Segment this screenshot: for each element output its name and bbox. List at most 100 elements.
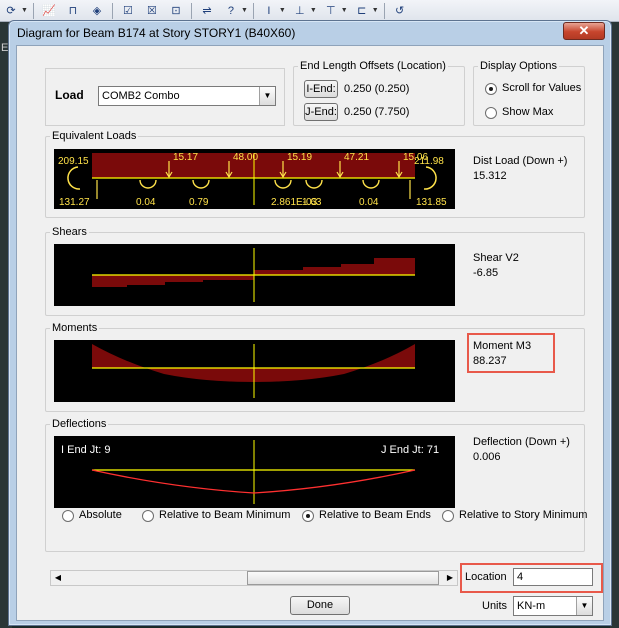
location-scroll-thumb[interactable] (247, 571, 439, 585)
check-icon[interactable]: ☑ (119, 3, 137, 19)
units-value: KN-m (517, 600, 546, 612)
relative-story-min-label[interactable]: Relative to Story Minimum (459, 509, 587, 521)
chevron-down-icon[interactable]: ▼ (259, 87, 275, 105)
deflection-value: 0.006 (473, 451, 501, 463)
display-options-legend: Display Options (480, 60, 558, 72)
cross-icon[interactable]: ☒ (143, 3, 161, 19)
show-max-radio[interactable] (485, 107, 497, 119)
chevron-down-icon[interactable]: ▼ (21, 7, 28, 14)
absolute-radio[interactable] (62, 510, 74, 522)
right-moment-arc-icon (423, 166, 437, 190)
chevron-down-icon[interactable]: ▼ (279, 7, 286, 14)
shears-legend: Shears (52, 226, 87, 238)
dialog-title: Diagram for Beam B174 at Story STORY1 (B… (17, 26, 296, 40)
location-scrollbar[interactable]: ◀ ▶ (50, 570, 458, 586)
toolbar-separator (252, 2, 254, 19)
point-moment-arc-icon (192, 179, 210, 189)
question-icon[interactable]: ? (222, 3, 240, 19)
right-reaction-label: 131.85 (416, 197, 447, 208)
equivalent-loads-svg: 15.17 48.00 15.19 47.21 15.060.04 0.79 2.861E-… (58, 152, 447, 208)
moments-legend: Moments (52, 322, 98, 334)
left-end-moment-label: 209.15 (58, 156, 89, 167)
chevron-down-icon[interactable]: ▼ (576, 597, 592, 615)
deflection-svg: I End Jt: 9 J End Jt: 71 (61, 440, 439, 504)
point-moment-arc-icon (139, 179, 157, 189)
moment-svg (92, 344, 415, 398)
link-icon[interactable]: ⇌ (198, 3, 216, 19)
toolbar-separator (32, 2, 34, 19)
shear-title: Shear V2 (473, 252, 519, 264)
relative-beam-ends-label[interactable]: Relative to Beam Ends (319, 509, 431, 521)
deflection-diagram: I End Jt: 9 J End Jt: 71 (54, 436, 455, 508)
point-load-label: 15.17 (173, 152, 198, 163)
units-select[interactable]: KN-m ▼ (513, 596, 593, 616)
show-max-label[interactable]: Show Max (502, 106, 553, 118)
scroll-for-values-radio[interactable] (485, 83, 497, 95)
chevron-down-icon[interactable]: ▼ (241, 7, 248, 14)
toolbar-separator (111, 2, 113, 19)
shear-positive-region (254, 258, 415, 275)
load-label: Load (55, 88, 84, 102)
scroll-right-arrow-icon[interactable]: ▶ (443, 571, 457, 585)
moment-highlight-box (467, 333, 555, 373)
load-group: Load COMB2 Combo ▼ (45, 68, 285, 126)
moment-diagram (54, 340, 455, 402)
paint-icon[interactable]: ◈ (88, 3, 106, 19)
left-reaction-label: 131.27 (59, 197, 90, 208)
point-moment-arc-icon (274, 179, 292, 189)
shear-diagram (54, 244, 455, 306)
beam-diagram-dialog: Diagram for Beam B174 at Story STORY1 (B… (8, 20, 612, 626)
load-combo-value: COMB2 Combo (102, 90, 180, 102)
shear-svg (92, 248, 415, 302)
shear-negative-region (92, 275, 254, 287)
equivalent-loads-legend: Equivalent Loads (52, 130, 137, 142)
chevron-down-icon[interactable]: ▼ (341, 7, 348, 14)
chevron-down-icon[interactable]: ▼ (372, 7, 379, 14)
shear-value: -6.85 (473, 267, 499, 279)
undo-icon[interactable]: ↺ (391, 3, 409, 19)
column-icon[interactable]: ⊥ (291, 3, 309, 19)
units-label: Units (482, 600, 508, 612)
frame-icon[interactable]: ⊓ (64, 3, 82, 19)
chart-icon[interactable]: 📈 (40, 3, 58, 19)
scroll-left-arrow-icon[interactable]: ◀ (51, 571, 65, 585)
beam-icon[interactable]: Ι (260, 3, 278, 19)
scroll-for-values-label[interactable]: Scroll for Values (502, 82, 581, 94)
point-load-label: 15.19 (287, 152, 312, 163)
toolbar-separator (190, 2, 192, 19)
equivalent-loads-diagram: 15.17 48.00 15.19 47.21 15.06 0.04 0.79 2.861E-… (54, 149, 455, 209)
refresh-icon[interactable]: ⟳ (2, 3, 20, 19)
brace-icon[interactable]: ⊤ (322, 3, 340, 19)
load-combo-select[interactable]: COMB2 Combo ▼ (98, 86, 276, 106)
location-highlight-box (460, 563, 603, 593)
right-end-moment-label: 211.98 (414, 156, 444, 167)
bracket-icon[interactable]: ⊏ (353, 3, 371, 19)
relative-beam-min-radio[interactable] (142, 510, 154, 522)
point-moment-label: 0.79 (189, 197, 209, 208)
i-end-button[interactable]: I-End: (304, 80, 338, 98)
dl-icon[interactable]: ⊡ (167, 3, 185, 19)
dist-load-value: 15.312 (473, 170, 507, 182)
relative-beam-min-label[interactable]: Relative to Beam Minimum (159, 509, 290, 521)
app-toolbar: ⟳ ▼ 📈 ⊓ ◈ ☑ ☒ ⊡ ⇌ ? ▼ Ι ▼ ⊥ ▼ ⊤ ▼ ⊏ ▼ ↺ (0, 0, 619, 22)
relative-story-min-radio[interactable] (442, 510, 454, 522)
j-end-button[interactable]: J-End: (304, 103, 338, 121)
point-moment-label: 1.63 (302, 197, 322, 208)
close-button[interactable]: ✕ (563, 22, 605, 40)
deflection-title: Deflection (Down +) (473, 436, 570, 448)
relative-beam-ends-radio[interactable] (302, 510, 314, 522)
i-end-value: 0.250 (0.250) (344, 83, 410, 95)
end-length-offsets-legend: End Length Offsets (Location) (300, 60, 446, 72)
point-load-label: 48.00 (233, 152, 258, 163)
absolute-label[interactable]: Absolute (79, 509, 122, 521)
chevron-down-icon[interactable]: ▼ (310, 7, 317, 14)
point-moment-arc-icon (362, 179, 380, 189)
left-moment-arc-icon (67, 166, 81, 190)
done-button[interactable]: Done (290, 596, 350, 615)
dist-load-title: Dist Load (Down +) (473, 155, 568, 167)
dialog-body: Load COMB2 Combo ▼ End Length Offsets (L… (16, 45, 604, 621)
dialog-titlebar[interactable]: Diagram for Beam B174 at Story STORY1 (B… (9, 21, 611, 43)
deflections-legend: Deflections (52, 418, 107, 430)
toolbar-separator (383, 2, 385, 19)
point-moment-label: 0.04 (359, 197, 379, 208)
